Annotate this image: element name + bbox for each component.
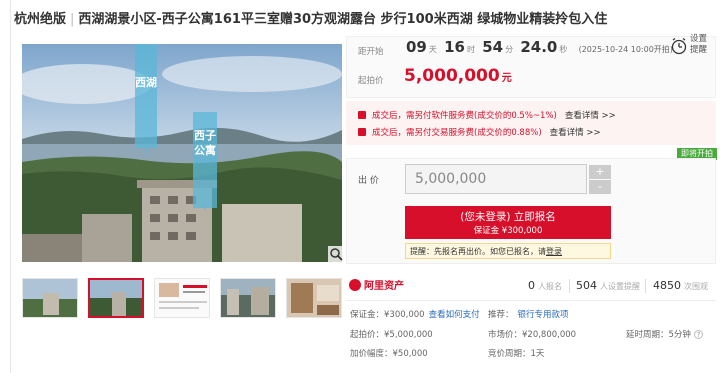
lake-label: 西湖: [135, 76, 157, 89]
building-label: 西子公寓: [194, 129, 216, 157]
login-tip-text: 提醒：先报名再出价。如您已报名，请: [410, 247, 546, 256]
countdown-seconds: 24.0: [520, 38, 558, 56]
remind-line1: 设置: [690, 34, 708, 44]
stat-signups-label: 人报名: [538, 282, 562, 291]
thumbnail-2[interactable]: [88, 278, 144, 318]
delay-period-info: 延时周期：5分钟?: [626, 328, 703, 340]
fee-row-software: 成交后，需另付软件服务费(成交价的0.5%~1%) 查看详情 >>: [358, 109, 616, 121]
recommend-info: 推荐： 银行专用款项: [488, 308, 569, 320]
stat-views: 4850 次围观: [653, 279, 708, 292]
fee-details-link[interactable]: 查看详情 >>: [550, 128, 601, 138]
fee-details-link[interactable]: 查看详情 >>: [565, 111, 616, 121]
ali-logo-icon: [349, 279, 361, 291]
market-price-info: 市场价：¥20,800,000: [488, 330, 577, 340]
stat-signups: 0 人报名: [528, 279, 562, 292]
stat-reminders-label: 人设置提醒: [600, 282, 640, 291]
lock-icon: [358, 111, 366, 119]
delay-period-label: 延时周期：5分钟: [626, 330, 691, 340]
fee-text: 成交后，需另付软件服务费(成交价的0.5%~1%): [372, 111, 557, 121]
register-button-label: (您未登录) 立即报名: [460, 211, 556, 223]
login-link[interactable]: 登录: [546, 247, 562, 256]
page-left-border: [10, 0, 11, 373]
main-property-image[interactable]: 西湖 西子公寓: [22, 44, 342, 262]
property-photo: [22, 44, 342, 262]
fee-notice: 成交后，需另付软件服务费(成交价的0.5%~1%) 查看详情 >> 成交后，需另付…: [346, 101, 716, 145]
lock-icon: [358, 128, 366, 136]
thumbnail-1[interactable]: [22, 278, 78, 318]
decrease-bid-button[interactable]: -: [589, 180, 611, 194]
days-unit: 天: [428, 45, 437, 54]
thumbnail-4[interactable]: [220, 278, 276, 318]
platform-name: 阿里资产: [364, 281, 404, 292]
thumbnail-5[interactable]: [286, 278, 342, 318]
increment-info: 加价幅度：¥50,000: [350, 349, 428, 359]
increase-bid-button[interactable]: +: [589, 165, 611, 179]
recommend-label: 推荐：: [488, 310, 514, 320]
thumbnail-strip: [22, 278, 344, 318]
minutes-unit: 分: [505, 45, 514, 54]
start-price-unit: 元: [501, 73, 512, 84]
title-location: 杭州绝版: [14, 12, 67, 27]
fee-text: 成交后，需另付交易服务费(成交价的0.88%): [372, 128, 542, 138]
remind-line2: 提醒: [690, 45, 708, 55]
countdown-hours: 16: [444, 38, 465, 56]
start-price: 5,000,000 元: [404, 66, 512, 86]
login-tip: 提醒：先报名再出价。如您已报名，请登录: [405, 243, 611, 259]
deposit-label: 保证金：¥300,000: [350, 310, 425, 320]
thumbnail-3[interactable]: [154, 278, 210, 318]
register-button-deposit: 保证金 ¥300,000: [473, 226, 543, 236]
platform-logo[interactable]: 阿里资产: [349, 277, 404, 292]
divider: [346, 300, 716, 301]
stat-divider: [569, 279, 570, 293]
title-headline: 西湖湖景小区-西子公寓161平三室赠30方观湖露台 步行100米西湖 绿城物业精…: [78, 12, 608, 27]
bank-payment-link[interactable]: 银行专用款项: [518, 310, 569, 320]
bidding-cycle-info: 竞价周期：1天: [488, 349, 545, 359]
hours-unit: 时: [466, 45, 475, 54]
countdown-timer: 09 天 16 时 54 分 24.0 秒 (2025-10-24 10:00开拍): [406, 38, 673, 56]
set-reminder-button[interactable]: 设置 提醒: [690, 34, 714, 56]
alarm-clock-icon[interactable]: [670, 37, 688, 55]
stat-views-value: 4850: [653, 279, 681, 292]
register-button[interactable]: (您未登录) 立即报名 保证金 ¥300,000: [405, 206, 611, 239]
countdown-minutes: 54: [482, 38, 504, 56]
seconds-unit: 秒: [559, 45, 568, 54]
bid-label: 出 价: [358, 176, 379, 186]
stat-reminders: 504 人设置提醒: [576, 279, 640, 292]
fee-row-transaction: 成交后，需另付交易服务费(成交价的0.88%) 查看详情 >>: [358, 126, 601, 138]
zoom-icon[interactable]: [328, 246, 344, 262]
stat-reminders-value: 504: [576, 279, 597, 292]
start-price-info: 起拍价：¥5,000,000: [350, 330, 433, 340]
stat-signups-value: 0: [528, 279, 535, 292]
deposit-info: 保证金：¥300,000 查看如何支付: [350, 308, 480, 320]
countdown-days: 09: [406, 38, 427, 56]
stat-views-label: 次围观: [684, 282, 708, 291]
countdown-label: 距开始: [358, 47, 384, 57]
bid-amount-input[interactable]: 5,000,000: [405, 164, 587, 194]
help-icon[interactable]: ?: [693, 330, 703, 339]
how-to-pay-link[interactable]: 查看如何支付: [429, 310, 480, 320]
title-separator: |: [70, 12, 75, 27]
stat-divider: [645, 279, 646, 293]
page-title: 杭州绝版 | 西湖湖景小区-西子公寓161平三室赠30方观湖露台 步行100米西湖 …: [14, 8, 714, 30]
auction-start-time: (2025-10-24 10:00开拍): [578, 45, 673, 54]
start-price-value: 5,000,000: [404, 66, 500, 86]
start-price-label: 起拍价: [358, 76, 384, 86]
